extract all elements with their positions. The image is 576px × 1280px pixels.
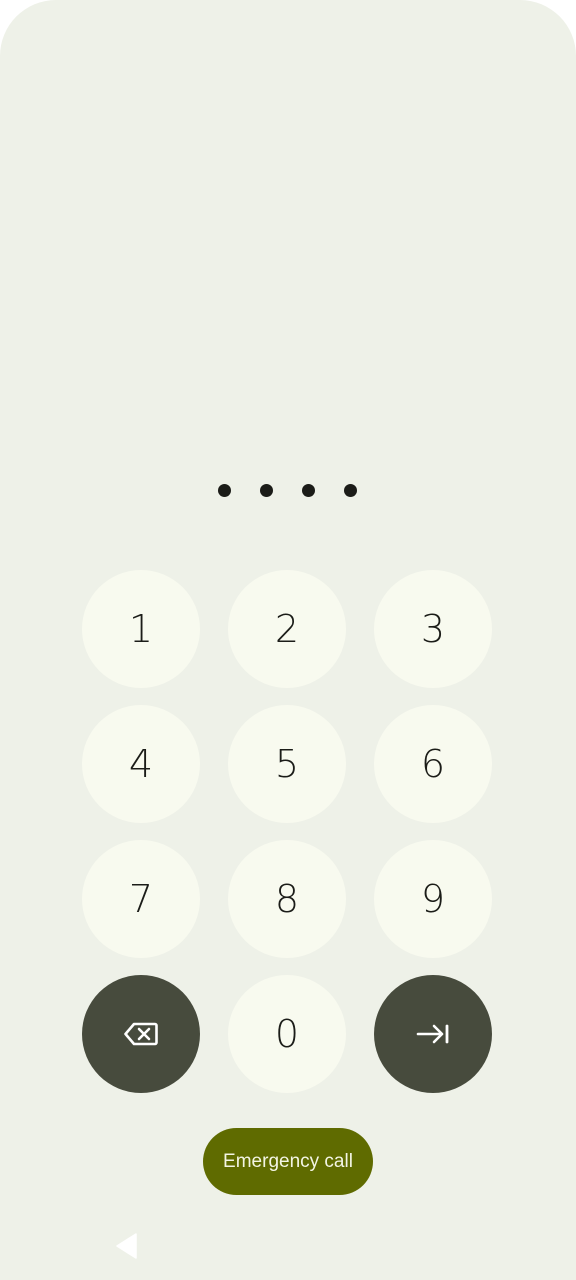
enter-arrow-icon xyxy=(416,1024,449,1044)
key-3[interactable]: 3 xyxy=(374,570,492,688)
lock-screen: 1 2 3 4 5 6 7 8 9 0 Emergency call xyxy=(0,0,576,1280)
pin-entry-dots xyxy=(0,484,576,498)
pin-dot xyxy=(260,484,273,497)
key-8[interactable]: 8 xyxy=(228,840,346,958)
pin-dot xyxy=(302,484,315,497)
key-1[interactable]: 1 xyxy=(82,570,200,688)
key-0[interactable]: 0 xyxy=(228,975,346,1093)
back-triangle-icon[interactable] xyxy=(114,1232,140,1260)
emergency-call-button[interactable]: Emergency call xyxy=(203,1128,373,1195)
pin-dot xyxy=(344,484,357,497)
pin-keypad: 1 2 3 4 5 6 7 8 9 0 xyxy=(82,570,493,1093)
navigation-bar xyxy=(0,1222,576,1280)
backspace-icon xyxy=(124,1022,158,1046)
pin-dot xyxy=(218,484,231,497)
key-7[interactable]: 7 xyxy=(82,840,200,958)
key-2[interactable]: 2 xyxy=(228,570,346,688)
enter-button[interactable] xyxy=(374,975,492,1093)
key-9[interactable]: 9 xyxy=(374,840,492,958)
key-5[interactable]: 5 xyxy=(228,705,346,823)
key-4[interactable]: 4 xyxy=(82,705,200,823)
key-6[interactable]: 6 xyxy=(374,705,492,823)
backspace-button[interactable] xyxy=(82,975,200,1093)
